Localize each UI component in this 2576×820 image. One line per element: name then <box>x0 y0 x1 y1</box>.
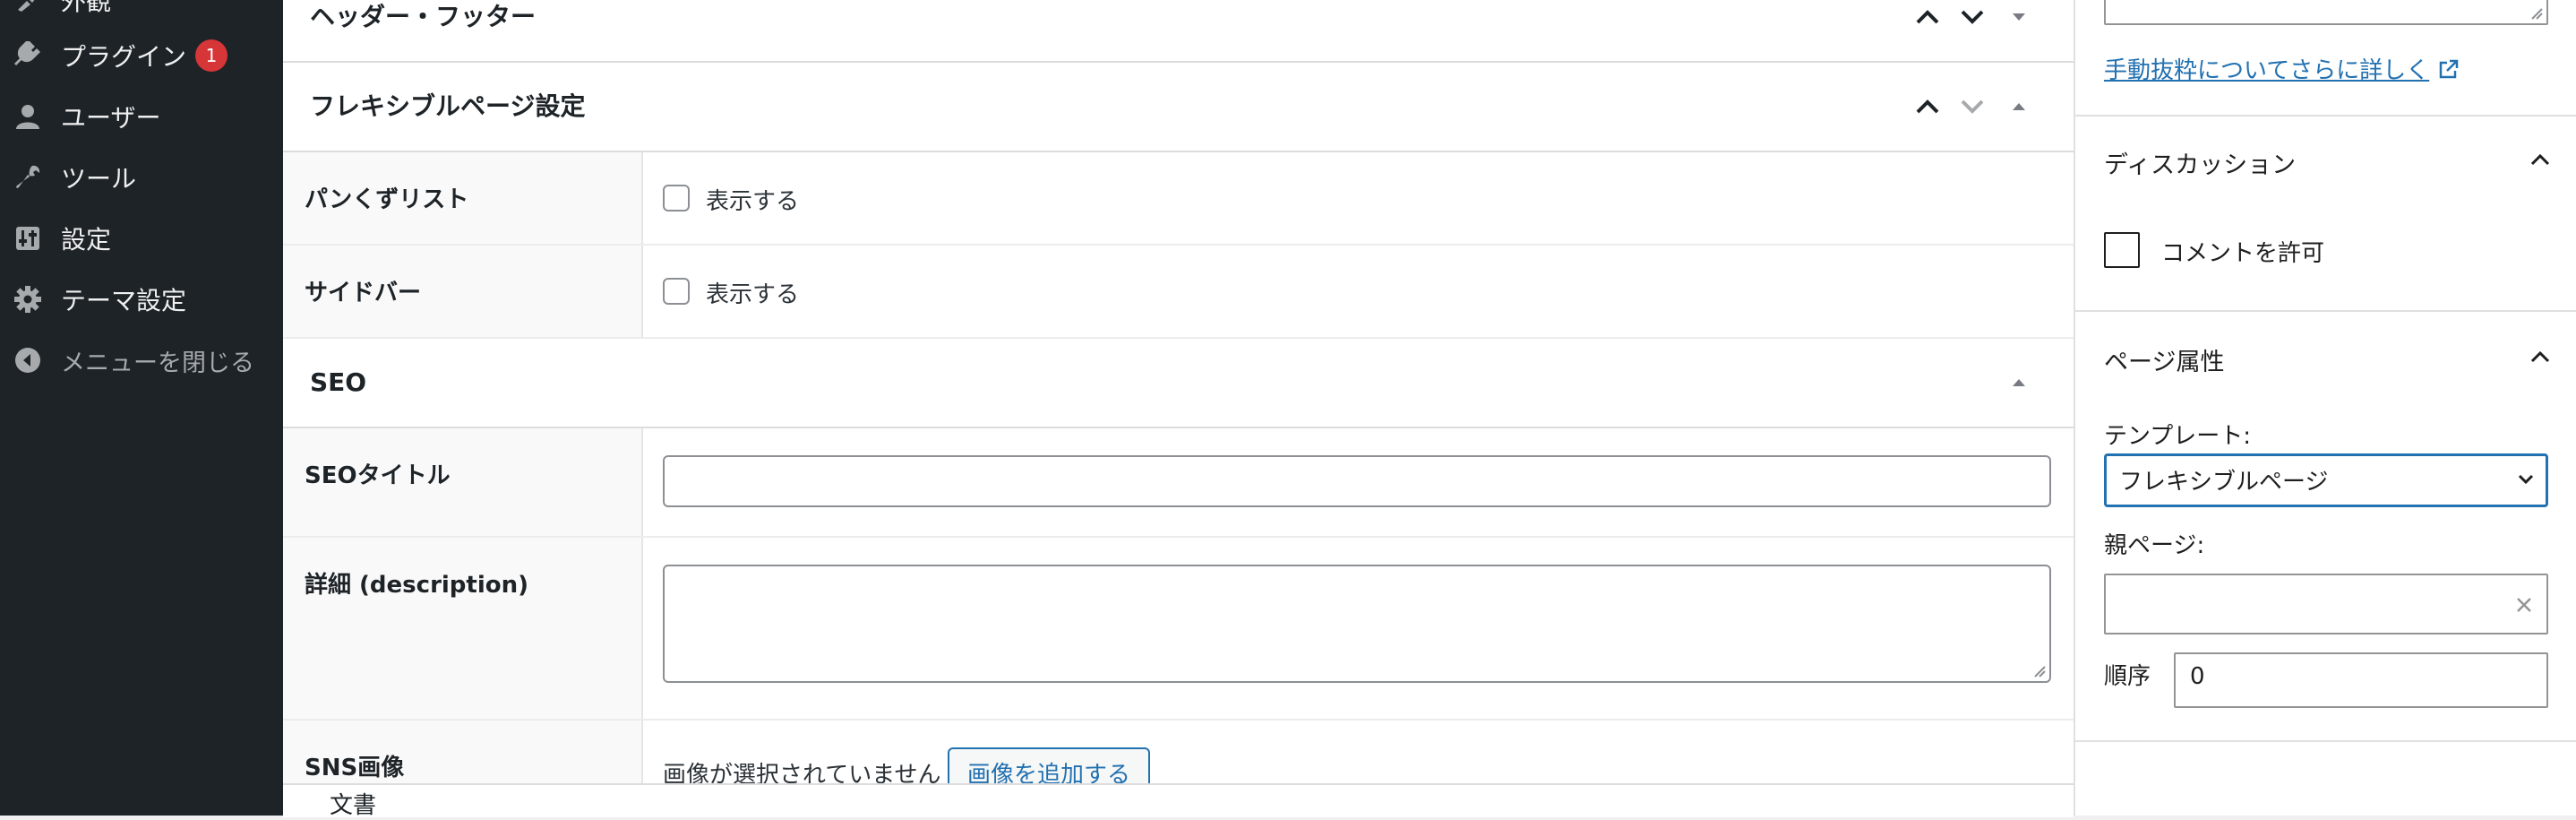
toggle-panel-button[interactable] <box>1999 87 2039 126</box>
chevron-up-icon <box>1916 99 1939 114</box>
chevron-up-icon[interactable] <box>2529 152 2551 167</box>
field-label-sns-image: SNS画像 <box>305 755 405 781</box>
field-row-sidebar: サイドバー 表示する <box>283 246 2074 339</box>
move-down-button[interactable] <box>1953 87 1992 126</box>
metabox-title-header-footer: ヘッダー・フッター <box>310 2 537 31</box>
parent-page-label: 親ページ: <box>2104 532 2205 559</box>
resize-handle-icon[interactable] <box>2033 665 2046 678</box>
collapse-menu-button[interactable]: メニューを閉じる <box>0 330 283 391</box>
allow-comments-checkbox[interactable] <box>2104 232 2140 268</box>
order-input[interactable]: 0 <box>2174 652 2548 708</box>
field-label-breadcrumb: パンくずリスト <box>305 186 469 213</box>
editor-footer: 文書 <box>283 783 2074 820</box>
menu-label-collapse: メニューを閉じる <box>61 349 254 377</box>
field-row-sns-image: SNS画像 画像が選択されていません 画像を追加する <box>283 721 2074 783</box>
page-attributes-title[interactable]: ページ属性 <box>2104 342 2224 377</box>
move-up-button[interactable] <box>1908 0 1947 37</box>
plugins-icon <box>13 40 43 71</box>
allow-comments-label[interactable]: コメントを許可 <box>2161 235 2324 268</box>
discussion-panel-title[interactable]: ディスカッション <box>2104 145 2296 180</box>
gear-icon <box>13 284 43 315</box>
metabox-seo: SEO <box>283 339 2074 428</box>
chevron-up-icon <box>1916 10 1939 24</box>
settings-icon <box>13 223 43 254</box>
clear-icon[interactable] <box>2516 597 2532 613</box>
tools-icon <box>13 162 43 193</box>
sidebar-checkbox[interactable] <box>663 278 690 305</box>
breadcrumb-checkbox[interactable] <box>663 185 690 211</box>
menu-item-settings[interactable]: 設定 <box>0 208 283 269</box>
chevron-down-icon <box>1961 10 1984 24</box>
field-label-seo-title: SEOタイトル <box>305 462 451 489</box>
field-row-description: 詳細 (description) <box>283 538 2074 721</box>
plugin-update-badge: 1 <box>195 39 228 72</box>
field-label-sidebar: サイドバー <box>305 280 422 306</box>
move-down-button[interactable] <box>1953 0 1992 37</box>
order-input-value: 0 <box>2190 663 2205 690</box>
triangle-down-icon <box>2013 13 2025 21</box>
template-select-value: フレキシブルページ <box>2119 469 2329 496</box>
template-label: テンプレート: <box>2104 423 2251 450</box>
metabox-header-footer: ヘッダー・フッター <box>283 0 2074 63</box>
collapse-arrow-icon <box>13 345 43 375</box>
add-image-button[interactable]: 画像を追加する <box>948 747 1150 783</box>
metabox-area: ヘッダー・フッター フレキシブルページ設定 パンくずリスト 表示する サイドバー… <box>283 0 2074 783</box>
metabox-title-flexible: フレキシブルページ設定 <box>310 91 586 121</box>
sns-image-none-text: 画像が選択されていません <box>663 762 941 783</box>
seo-title-input[interactable] <box>663 455 2051 507</box>
settings-sidebar: 手動抜粋についてさらに詳しく ディスカッション コメントを許可 ページ属性 テン… <box>2074 0 2576 816</box>
menu-item-theme-settings[interactable]: テーマ設定 <box>0 269 283 330</box>
menu-label-tools: ツール <box>61 164 137 194</box>
excerpt-help-link[interactable]: 手動抜粋についてさらに詳しく <box>2104 52 2460 85</box>
chevron-down-icon <box>1961 99 1984 114</box>
resize-handle-icon[interactable] <box>2530 7 2543 20</box>
users-icon <box>13 101 43 132</box>
field-row-seo-title: SEOタイトル <box>283 428 2074 538</box>
sidebar-checkbox-label[interactable]: 表示する <box>706 276 799 309</box>
admin-sidebar: 外観 プラグイン 1 ユーザー ツール 設定 テーマ設定 メニューを閉じる <box>0 0 283 816</box>
parent-page-combobox[interactable] <box>2104 574 2548 634</box>
metabox-title-seo: SEO <box>310 367 367 397</box>
triangle-up-icon <box>2013 379 2025 386</box>
external-link-icon <box>2439 59 2459 79</box>
menu-label-appearance: 外観 <box>61 0 112 16</box>
footer-breadcrumb[interactable]: 文書 <box>330 787 376 820</box>
chevron-down-icon <box>2518 474 2534 485</box>
order-label: 順序 <box>2104 663 2151 690</box>
menu-label-users: ユーザー <box>61 103 161 133</box>
metabox-flexible: フレキシブルページ設定 <box>283 63 2074 152</box>
menu-item-plugins[interactable]: プラグイン 1 <box>0 25 283 86</box>
excerpt-textarea[interactable] <box>2104 0 2548 25</box>
field-row-breadcrumb: パンくずリスト 表示する <box>283 152 2074 246</box>
menu-label-settings: 設定 <box>61 225 112 255</box>
chevron-up-icon[interactable] <box>2529 350 2551 364</box>
toggle-panel-button[interactable] <box>1999 363 2039 402</box>
field-label-description: 詳細 (description) <box>305 572 529 599</box>
menu-label-theme-settings: テーマ設定 <box>61 286 187 315</box>
template-select[interactable]: フレキシブルページ <box>2104 453 2548 507</box>
triangle-up-icon <box>2013 103 2025 110</box>
menu-label-plugins: プラグイン <box>61 42 187 72</box>
move-up-button[interactable] <box>1908 87 1947 126</box>
appearance-icon <box>13 0 43 15</box>
menu-item-users[interactable]: ユーザー <box>0 86 283 147</box>
toggle-panel-button[interactable] <box>1999 0 2039 37</box>
menu-item-tools[interactable]: ツール <box>0 147 283 208</box>
breadcrumb-checkbox-label[interactable]: 表示する <box>706 183 799 216</box>
description-textarea[interactable] <box>663 565 2051 683</box>
